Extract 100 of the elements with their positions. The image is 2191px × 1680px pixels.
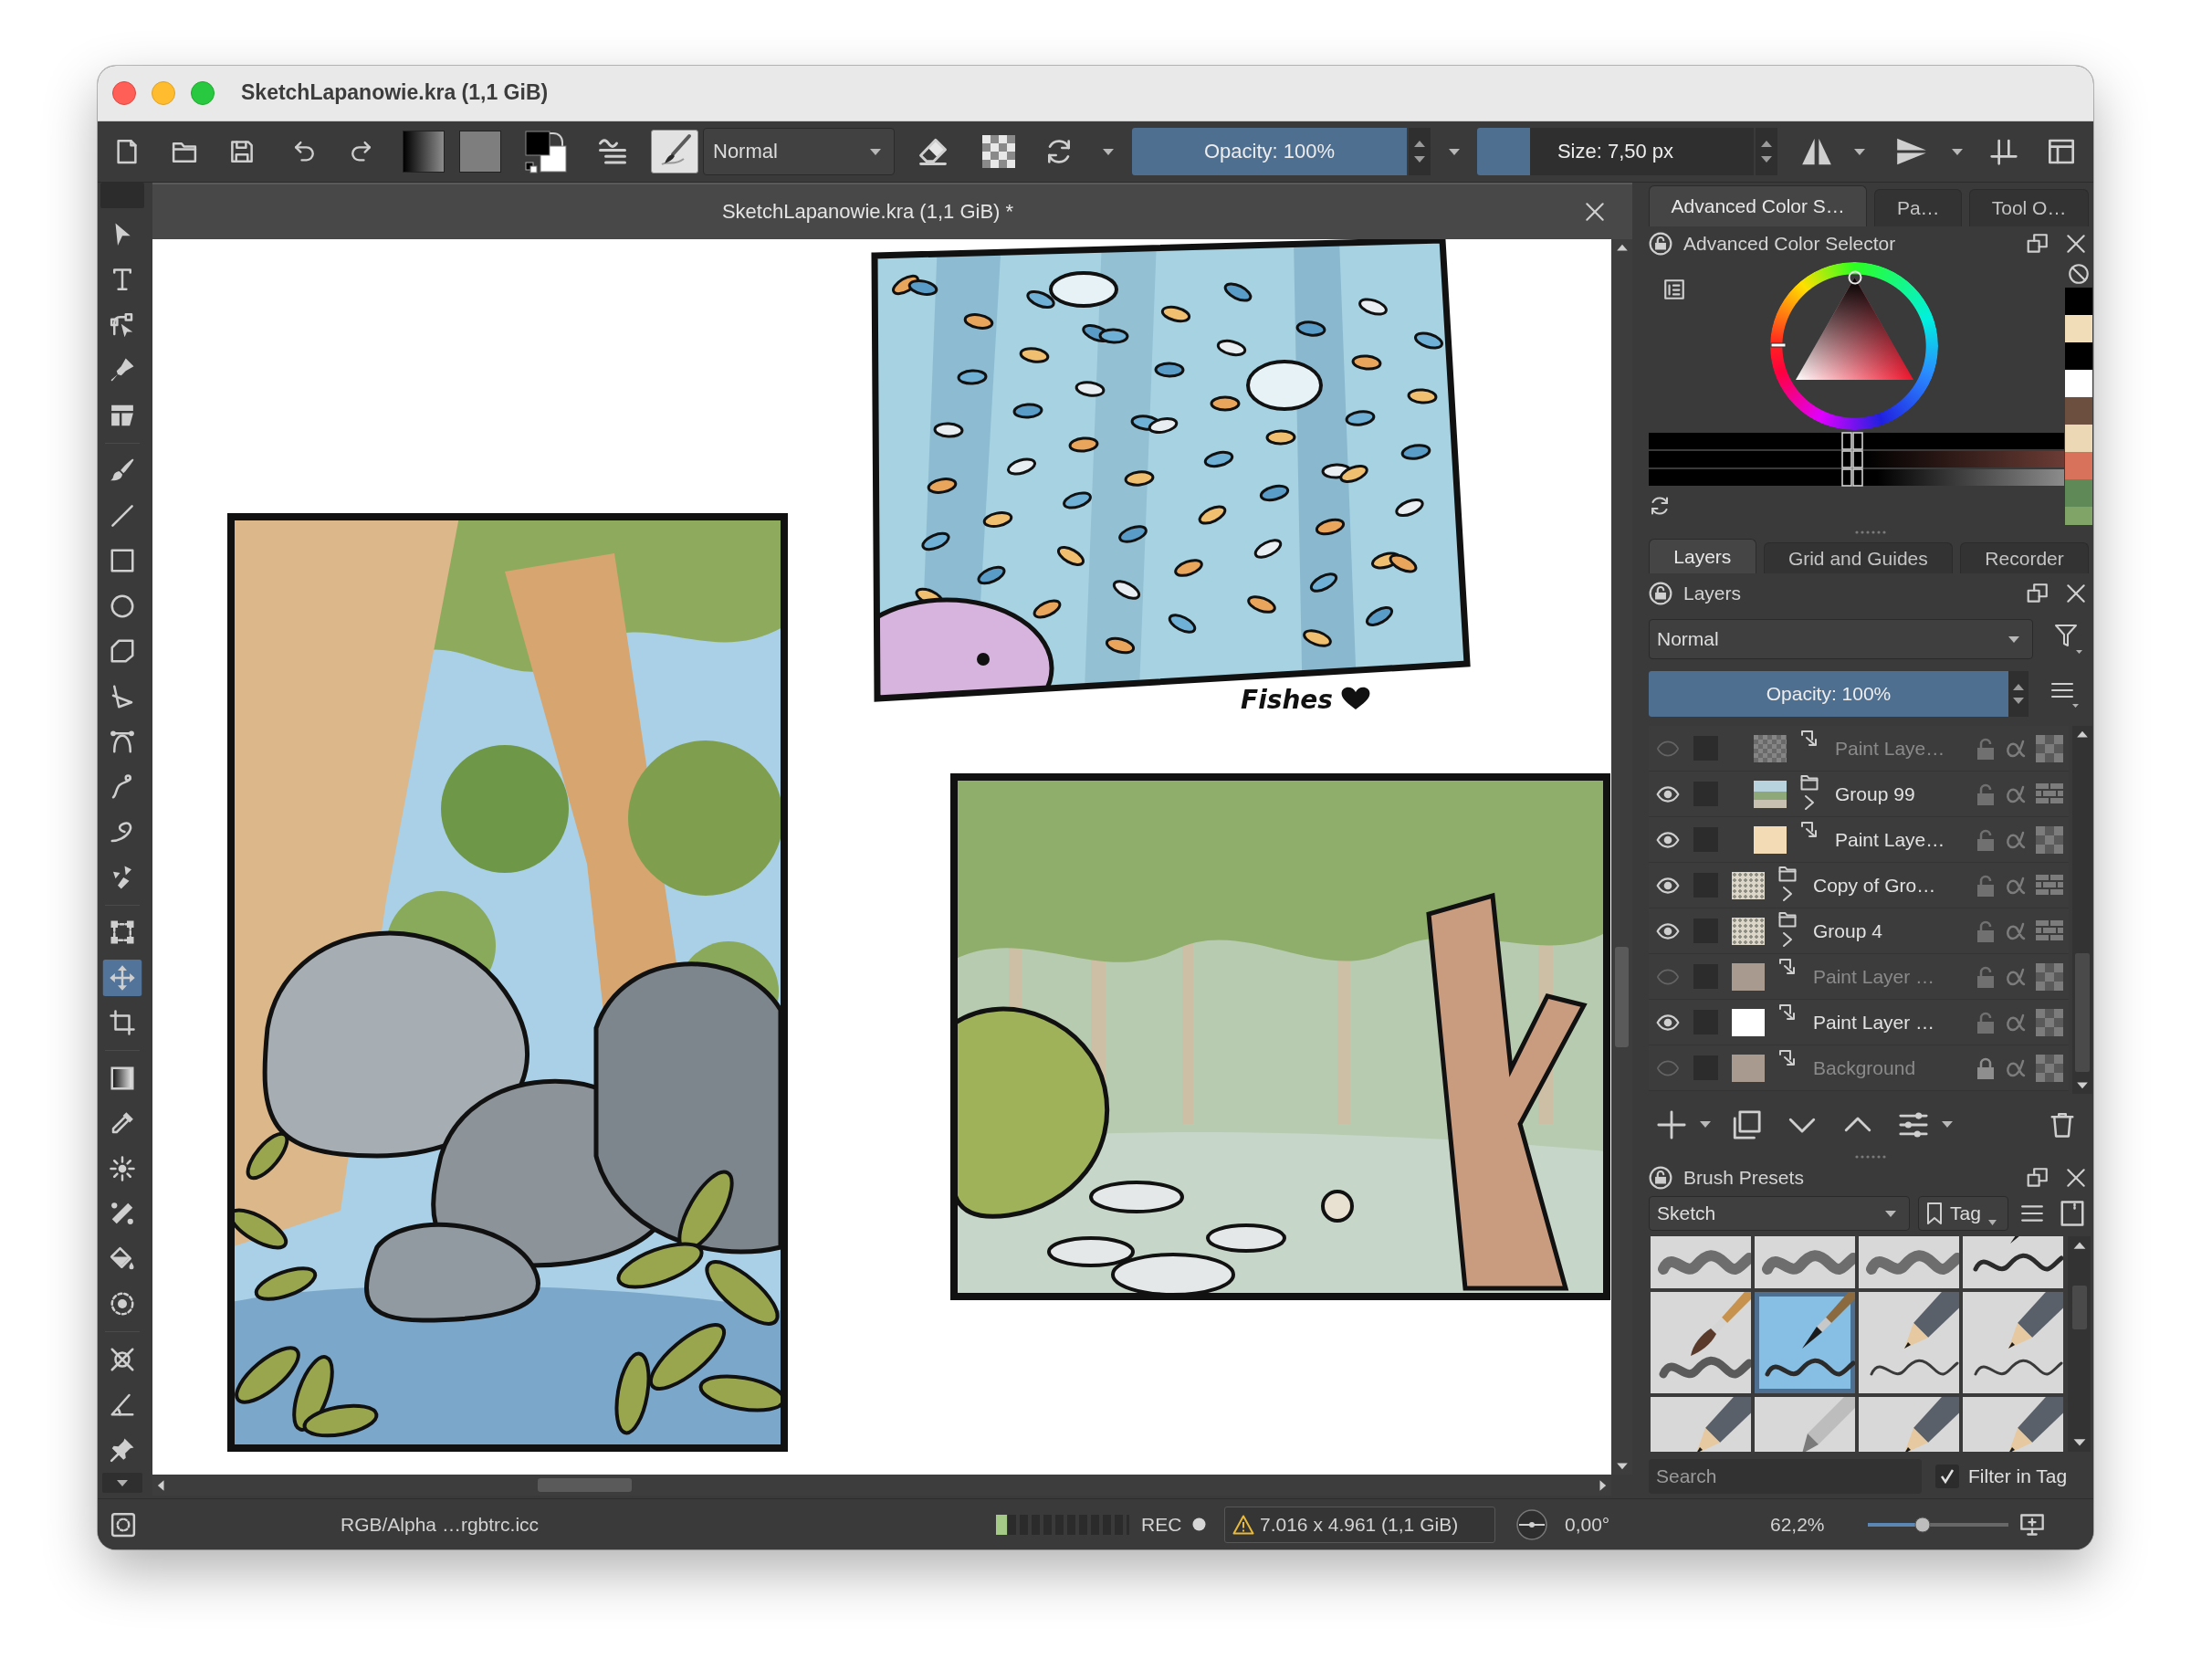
panel-tab[interactable]: Recorder	[1960, 542, 2089, 573]
caret-icon[interactable]	[2008, 635, 2019, 643]
document-tab[interactable]: SketchLapanowie.kra (1,1 GiB) *	[152, 183, 1632, 239]
gradient-swatch[interactable]	[403, 131, 445, 173]
padlock-icon[interactable]	[1649, 582, 1672, 605]
monitor-icon[interactable]	[2019, 1511, 2045, 1538]
caret-icon[interactable]	[870, 148, 881, 155]
checkerboard-icon[interactable]	[2036, 1054, 2063, 1082]
foreground-background-colors-icon[interactable]	[524, 130, 568, 173]
opacity-slider[interactable]: Opacity: 100%	[1649, 671, 2008, 717]
color-slider[interactable]	[1649, 451, 2064, 467]
slider-handle-icon[interactable]	[1840, 432, 1863, 450]
caret-icon[interactable]	[1987, 1220, 1997, 1225]
float-icon[interactable]	[2026, 1166, 2049, 1190]
marker-preset-icon[interactable]	[1755, 1236, 1855, 1288]
recording-dot-icon[interactable]	[1192, 1517, 1207, 1531]
color-swatch[interactable]	[2065, 342, 2092, 370]
spinner-icon[interactable]	[1756, 128, 1777, 175]
workspace-icon[interactable]	[2047, 137, 2076, 166]
close-icon[interactable]	[2064, 582, 2088, 605]
color-swatch[interactable]	[2065, 288, 2092, 315]
float-icon[interactable]	[2026, 582, 2049, 605]
rotation-dial-icon[interactable]	[1515, 1507, 1548, 1541]
selection-mode-icon[interactable]	[110, 1510, 137, 1538]
padlock-icon[interactable]	[1649, 232, 1672, 256]
ink-pen-preset-icon[interactable]	[1755, 1292, 1855, 1393]
pencil-preset-icon[interactable]	[1651, 1397, 1751, 1452]
view-mode-icon[interactable]	[2059, 1200, 2086, 1227]
list-settings-icon[interactable]	[1662, 278, 1686, 301]
brick-icon[interactable]	[2036, 919, 2063, 942]
layer-scrollbar[interactable]	[2072, 726, 2092, 1094]
search-field[interactable]: Search	[1649, 1459, 1922, 1494]
preset-scrollbar[interactable]	[2068, 1236, 2091, 1452]
close-window-icon[interactable]	[112, 81, 136, 105]
blend-mode-dropdown[interactable]: Normal	[1649, 619, 2033, 659]
caret-icon[interactable]	[1700, 1121, 1711, 1128]
tag-button[interactable]: Tag	[1918, 1196, 2008, 1231]
pencil-preset-icon[interactable]	[1859, 1292, 1959, 1393]
color-swatch[interactable]	[2065, 479, 2092, 507]
checkerboard-icon[interactable]	[2036, 962, 2063, 991]
grip-handle-icon[interactable]	[1855, 1154, 1886, 1159]
slider-handle-icon[interactable]	[1840, 468, 1863, 487]
color-swatch[interactable]	[2065, 452, 2092, 479]
crossed-lines-icon[interactable]	[1989, 137, 2018, 166]
caret-icon[interactable]	[1942, 1121, 1953, 1128]
no-color-icon[interactable]	[2067, 262, 2091, 286]
pencil-preset-icon[interactable]	[1963, 1397, 2063, 1452]
filter-icon[interactable]	[2054, 623, 2083, 656]
panel-tab[interactable]: Grid and Guides	[1763, 542, 1954, 573]
trash-icon[interactable]	[2049, 1110, 2076, 1139]
panel-tab[interactable]: Pa…	[1874, 189, 1963, 226]
eraser-icon[interactable]	[917, 136, 949, 167]
paintbrush-preset-icon[interactable]	[1651, 1292, 1751, 1393]
duplicate-icon[interactable]	[1731, 1108, 1762, 1140]
close-icon[interactable]	[1583, 200, 1607, 224]
blend-mode-dropdown[interactable]: Normal	[703, 128, 895, 175]
float-icon[interactable]	[2026, 232, 2049, 256]
opacity-slider[interactable]: Opacity: 100%	[1132, 128, 1407, 175]
color-swatch[interactable]	[2065, 315, 2092, 342]
panel-tab[interactable]: Tool O…	[1969, 189, 2089, 226]
refresh-icon[interactable]	[1649, 495, 1671, 517]
crop-icon[interactable]	[108, 1009, 136, 1037]
panel-tab[interactable]: Layers	[1649, 539, 1756, 573]
size-slider[interactable]: Size: 7,50 px	[1477, 128, 1754, 175]
color-swatch[interactable]	[2065, 425, 2092, 452]
color-swatch[interactable]	[2065, 397, 2092, 425]
pencil-preset-icon[interactable]	[1859, 1397, 1959, 1452]
tag-dropdown[interactable]: Sketch	[1649, 1196, 1910, 1231]
ink-pen-preset-icon[interactable]	[1963, 1236, 2063, 1288]
hue-marker-icon[interactable]	[1770, 342, 1787, 348]
move-icon[interactable]	[101, 959, 142, 996]
brush-preset-button[interactable]	[651, 130, 698, 173]
marker-preset-icon[interactable]	[1859, 1236, 1959, 1288]
add-icon[interactable]	[1656, 1108, 1687, 1140]
pencil-preset-icon[interactable]	[1963, 1292, 2063, 1393]
spinner-icon[interactable]	[1409, 128, 1431, 175]
layer-name[interactable]: Paint Laye…	[1835, 827, 1945, 852]
save-icon[interactable]	[228, 138, 256, 165]
layer-name[interactable]: Copy of Gro…	[1813, 873, 1936, 898]
caret-icon[interactable]	[1103, 148, 1114, 155]
checkerboard-icon[interactable]	[2036, 1008, 2063, 1036]
close-icon[interactable]	[2064, 232, 2088, 256]
checkerboard-icon[interactable]	[2036, 734, 2063, 762]
grip-handle-icon[interactable]	[1855, 530, 1886, 534]
pattern-swatch[interactable]	[459, 131, 501, 173]
checkerboard-icon[interactable]	[982, 135, 1015, 168]
slider-handle-icon[interactable]	[1914, 1516, 1932, 1533]
color-slider[interactable]	[1649, 433, 2064, 449]
panel-tab[interactable]: Advanced Color S…	[1649, 185, 1868, 226]
caret-icon[interactable]	[1952, 148, 1963, 155]
slider-handle-icon[interactable]	[1840, 450, 1863, 468]
brick-icon[interactable]	[2036, 782, 2063, 805]
layer-name[interactable]: Group 99	[1835, 782, 1915, 806]
brick-icon[interactable]	[2036, 874, 2063, 897]
color-marker-icon[interactable]	[1848, 270, 1862, 285]
lock-icon[interactable]	[1975, 1055, 1997, 1080]
caret-icon[interactable]	[1854, 148, 1865, 155]
color-swatch[interactable]	[2065, 507, 2092, 525]
color-triangle[interactable]	[1796, 278, 1913, 380]
checkerboard-icon[interactable]	[2036, 825, 2063, 854]
